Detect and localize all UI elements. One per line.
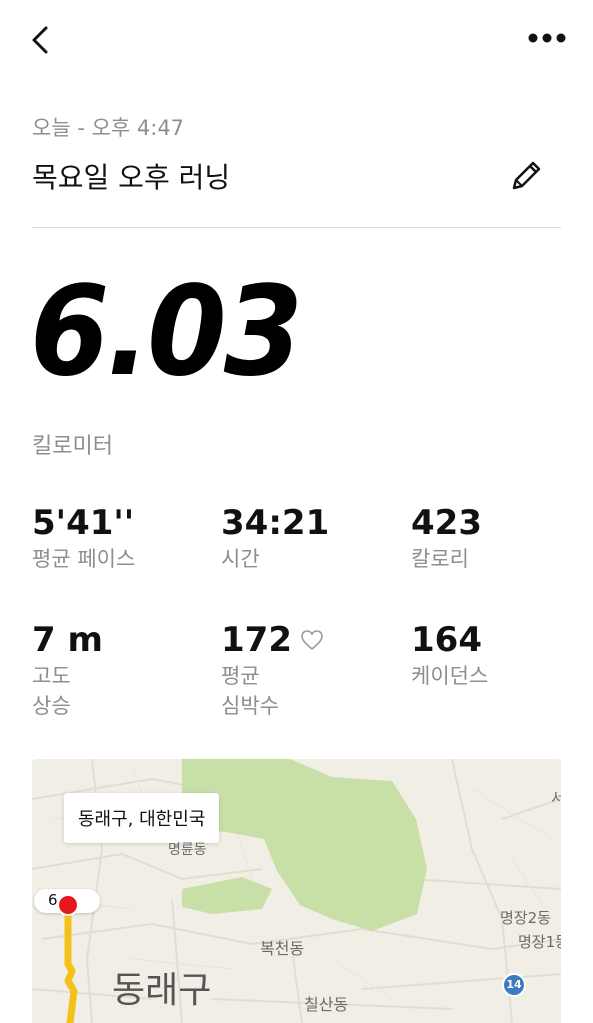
- map-label-myeongjang2: 명장2동: [500, 909, 551, 927]
- map-label-chilsan: 칠산동: [304, 995, 349, 1014]
- stat-avg-heart-rate: 172 평균 심박수: [221, 623, 324, 721]
- stat-label-line1: 평균: [221, 664, 260, 688]
- stat-avg-pace: 5'41'' 평균 페이스: [32, 506, 135, 574]
- map-label-bokcheon: 복천동: [260, 939, 305, 958]
- location-tooltip: 동래구, 대한민국: [64, 793, 220, 843]
- stat-value: 172: [221, 620, 292, 660]
- stat-value: 423: [411, 503, 482, 543]
- more-horizontal-icon: [528, 33, 566, 43]
- stat-value: 5'41'': [32, 503, 135, 543]
- edit-title-button[interactable]: [506, 156, 546, 196]
- chevron-left-icon: [32, 26, 48, 54]
- map-label-myeongjang1: 명장1동: [518, 933, 561, 951]
- stat-calories: 423 칼로리: [411, 506, 482, 574]
- run-date: 오늘 - 오후 4:47: [32, 116, 185, 140]
- stat-label: 평균 페이스: [32, 547, 136, 571]
- road-number-badge: 14: [502, 973, 526, 997]
- stat-label: 칼로리: [411, 547, 469, 571]
- stat-cadence: 164 케이던스: [411, 623, 488, 691]
- top-bar: [0, 0, 593, 80]
- stat-elevation-gain: 7 m 고도 상승: [32, 623, 103, 721]
- stat-value: 7 m: [32, 620, 103, 660]
- pencil-icon: [512, 161, 541, 190]
- stat-label-line2: 상승: [32, 694, 71, 718]
- stat-value-row: 172: [221, 623, 324, 657]
- map-label-partial: 명륜동: [168, 842, 207, 858]
- stat-value: 164: [411, 620, 482, 660]
- stat-label: 케이던스: [411, 664, 489, 688]
- stat-label-line2: 심박수: [221, 694, 279, 718]
- stat-label: 시간: [221, 547, 260, 571]
- map-label-district: 동래구: [112, 970, 212, 1011]
- route-map[interactable]: 동래구, 대한민국 6 m 명륜동 복천동 동래구 칠산동 명장2동 명장1동 …: [32, 759, 561, 1023]
- distance-value: 6.03: [30, 260, 303, 404]
- run-title: 목요일 오후 러닝: [32, 161, 231, 194]
- stat-time: 34:21 시간: [221, 506, 329, 574]
- back-button[interactable]: [26, 24, 58, 56]
- start-point-marker: [57, 894, 79, 916]
- stat-label-line1: 고도: [32, 664, 71, 688]
- divider: [32, 227, 561, 228]
- stat-value: 34:21: [221, 503, 330, 543]
- map-label-edge: 서: [551, 789, 561, 807]
- distance-unit: 킬로미터: [32, 434, 113, 459]
- heart-icon: [301, 630, 323, 651]
- more-button[interactable]: [524, 26, 570, 50]
